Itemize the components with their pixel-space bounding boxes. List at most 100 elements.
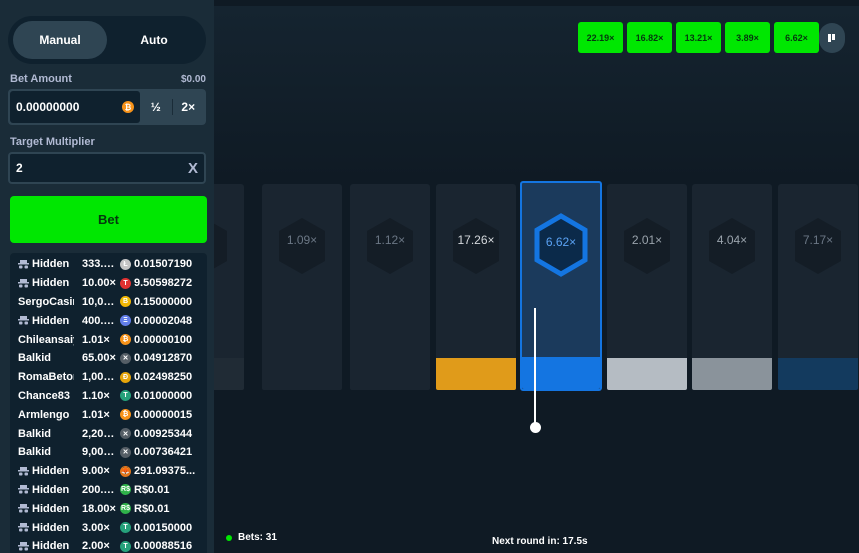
multiplier-card: 0× — [214, 184, 244, 390]
bet-user: Armlengo — [10, 409, 74, 421]
multiplier-card: 1.09× — [262, 184, 342, 390]
history-icon — [828, 34, 835, 42]
currency-icon: T — [120, 540, 131, 552]
bet-row[interactable]: RomaBeton 1,000.0...Ð0.02498250 — [10, 368, 207, 387]
hidden-user-icon — [18, 278, 29, 288]
bet-user: Hidden — [10, 484, 74, 496]
bet-row[interactable]: Chance83 1.10× T 0.01000000 — [10, 387, 207, 406]
bet-row[interactable]: Balkid 65.00× ✕ 0.04912870 — [10, 349, 207, 368]
clear-icon[interactable]: X — [188, 160, 198, 177]
bet-amount: 0.00088516 — [134, 540, 193, 553]
manual-tab[interactable]: Manual — [13, 21, 107, 59]
double-button[interactable]: 2× — [173, 91, 205, 123]
bet-amount: R$0.01 — [134, 483, 170, 496]
bet-username: Hidden — [32, 277, 70, 290]
bet-row[interactable]: Balkid 2,200.0...✕0.00925344 — [10, 424, 207, 443]
history-chip[interactable]: 22.19× — [578, 22, 623, 53]
bet-amount: 0.02498250 — [134, 371, 193, 384]
bet-row[interactable]: Hidden 200.00× R$ R$0.01 — [10, 481, 207, 500]
bet-username: SergoCasino — [18, 295, 74, 308]
bet-multiplier: 400.00× — [82, 314, 120, 327]
hidden-user-icon — [18, 504, 29, 513]
bet-username: Hidden — [32, 465, 70, 478]
card-color-bar — [436, 358, 516, 390]
bet-multiplier: 9.00× — [82, 465, 110, 478]
card-multiplier-label: 17.26× — [457, 233, 495, 247]
currency-icon: ₿ — [120, 334, 131, 346]
card-multiplier-label: 4.04× — [716, 233, 748, 247]
bet-username: Hidden — [32, 502, 70, 515]
mode-switch: Manual Auto — [8, 16, 206, 64]
bet-amount: 0.00736421 — [134, 446, 193, 459]
bet-username: Hidden — [32, 540, 70, 553]
bitcoin-icon: ₿ — [122, 101, 134, 113]
currency-icon: ₿ — [120, 409, 131, 421]
bet-row[interactable]: Armlengo 1.01× ₿ 0.00000015 — [10, 405, 207, 424]
bet-multiplier: 2.00× — [82, 540, 110, 553]
bet-multiplier: 1.01× — [82, 333, 110, 346]
bet-username: Chileansaiy... — [18, 333, 74, 346]
bet-user: Hidden — [10, 540, 74, 552]
target-multiplier-input[interactable]: 2 X — [8, 152, 206, 184]
bet-row[interactable]: Hidden 400.00× Ξ 0.00002048 — [10, 311, 207, 330]
bet-multiplier: 9,000.0... — [82, 446, 120, 459]
bet-amount-value: 0.00000000 — [16, 100, 80, 114]
currency-icon: T — [120, 522, 131, 534]
currency-icon: ✕ — [120, 446, 131, 458]
bet-button[interactable]: Bet — [10, 196, 207, 243]
currency-icon: ✕ — [120, 428, 131, 440]
bet-multiplier: 10.00× — [82, 277, 116, 290]
bet-multiplier: 18.00× — [82, 502, 116, 515]
bet-amount: 0.00000015 — [134, 408, 193, 421]
bet-multiplier: 3.00× — [82, 521, 110, 534]
bet-row[interactable]: Chileansaiy... 1.01× ₿0.00000100 — [10, 330, 207, 349]
bet-username: Hidden — [32, 483, 70, 496]
bet-multiplier: 200.00× — [82, 483, 120, 496]
bet-user: Chance83 — [10, 390, 74, 402]
bet-row[interactable]: Hidden 3.00× T 0.00150000 — [10, 518, 207, 537]
bet-multiplier: 2,200.0... — [82, 427, 120, 440]
bet-user: Balkid — [10, 428, 74, 440]
card-multiplier-label: 6.62× — [545, 235, 577, 249]
bet-multiplier: 65.00× — [82, 352, 116, 365]
bet-amount: 291.09375... — [134, 465, 196, 478]
half-button[interactable]: ½ — [140, 91, 172, 123]
bet-amount: 0.00002048 — [134, 314, 193, 327]
history-button[interactable] — [819, 23, 845, 53]
current-multiplier-card: 6.62× — [520, 181, 602, 391]
bet-multiplier: 333.00× — [82, 258, 120, 271]
currency-icon: R$ — [120, 503, 131, 515]
history-chip[interactable]: 6.62× — [774, 22, 819, 53]
history-chip[interactable]: 13.21× — [676, 22, 721, 53]
history-chip[interactable]: 3.89× — [725, 22, 770, 53]
bet-row[interactable]: Hidden 333.00× Ł 0.01507190 — [10, 255, 207, 274]
live-dot-icon — [226, 534, 232, 541]
bet-amount: R$0.01 — [134, 502, 170, 515]
bet-row[interactable]: Hidden 2.00× T 0.00088516 — [10, 537, 207, 553]
target-multiplier-label: Target Multiplier — [10, 136, 95, 148]
multiplier-card: 2.01× — [607, 184, 687, 390]
bet-row[interactable]: Hidden 9.00× 🦊 291.09375... — [10, 462, 207, 481]
bet-amount-usd: $0.00 — [180, 74, 206, 85]
card-multiplier-label: 2.01× — [631, 233, 663, 247]
bets-count: Bets: 31 — [226, 532, 277, 543]
card-color-bar — [214, 358, 244, 390]
game-area: 22.19×16.82×13.21×3.89×6.62× 0×1.09×1.12… — [214, 6, 859, 553]
auto-tab[interactable]: Auto — [107, 21, 201, 59]
bet-row[interactable]: SergoCasino 10,000....B0.15000000 — [10, 293, 207, 312]
card-multiplier-label: 0× — [214, 233, 244, 247]
hidden-user-icon — [18, 523, 29, 532]
bet-row[interactable]: Hidden 10.00× T 9.50598272 — [10, 274, 207, 293]
bet-row[interactable]: Hidden 18.00× R$ R$0.01 — [10, 499, 207, 518]
multiplier-card: 4.04× — [692, 184, 772, 390]
bet-row[interactable]: Balkid 9,000.0...✕0.00736421 — [10, 443, 207, 462]
currency-icon: T — [120, 277, 131, 289]
history-chip[interactable]: 16.82× — [627, 22, 672, 53]
card-color-bar — [692, 358, 772, 390]
currency-icon: ✕ — [120, 352, 131, 364]
bet-username: Hidden — [32, 314, 70, 327]
bet-amount-label: Bet Amount — [10, 73, 72, 85]
hidden-user-icon — [18, 316, 29, 325]
pointer-line — [534, 308, 536, 426]
bet-amount-input[interactable]: 0.00000000 ₿ — [10, 91, 140, 123]
